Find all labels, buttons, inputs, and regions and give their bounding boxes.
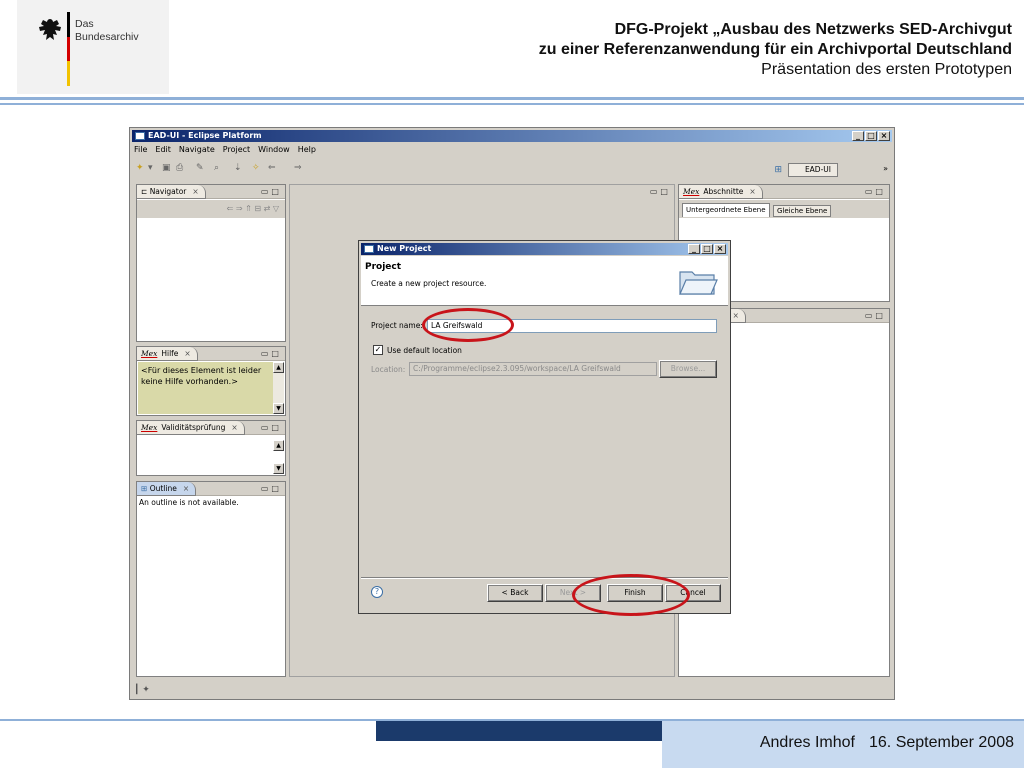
location-label: Location: [371, 365, 406, 374]
subtab-untergeordnete-ebene[interactable]: Untergeordnete Ebene [682, 203, 770, 217]
close-tab-icon[interactable]: × [749, 187, 755, 196]
close-tab-icon[interactable]: × [192, 187, 198, 196]
slide-title: DFG-Projekt „Ausbau des Netzwerks SED-Ar… [539, 20, 1012, 80]
dropdown-icon[interactable]: ▾ [148, 163, 153, 173]
navigator-toolbar: ⇐ ⇒ ⇑ ⊟ ⇄ ▽ [137, 200, 285, 218]
hilfe-text: <Für dieses Element ist leider keine Hil… [138, 362, 273, 414]
eagle-icon [39, 19, 61, 40]
use-default-location-label: Use default location [387, 346, 462, 355]
app-icon [135, 132, 145, 140]
view-menu-icon[interactable]: ▽ [273, 204, 279, 213]
use-default-location-checkbox[interactable]: ✓ [373, 345, 383, 355]
project-name-label: Project name: [371, 321, 423, 330]
footer-bar [376, 721, 662, 741]
location-input[interactable]: C:/Programme/eclipse2.3.095/workspace/LA… [409, 362, 657, 376]
perspective-switcher[interactable]: EAD-UI [787, 163, 838, 177]
dialog-maximize-button[interactable]: □ [701, 244, 713, 254]
view-minmax-icons[interactable]: ▭□ [261, 423, 282, 432]
print-icon[interactable]: ⎙ [176, 163, 183, 173]
new-project-dialog: New Project _ □ × Project Create a new p… [358, 240, 731, 614]
bundesarchiv-logo: Das Bundesarchiv [17, 0, 169, 94]
highlight-ellipse-finish [572, 574, 690, 616]
tab-validitaet[interactable]: Mex Validitätsprüfung × [137, 421, 245, 435]
outline-text: An outline is not available. [139, 498, 239, 507]
title-line-2: zu einer Referenzanwendung für ein Archi… [538, 41, 1012, 58]
title-line-1: DFG-Projekt „Ausbau des Netzwerks SED-Ar… [614, 21, 1012, 38]
menu-project[interactable]: Project [223, 144, 250, 156]
footer-author: Andres Imhof [759, 734, 855, 751]
navigator-view: ⊏ Navigator × ▭□ ⇐ ⇒ ⇑ ⊟ ⇄ ▽ [136, 184, 286, 342]
mex-icon: Mex [141, 349, 158, 358]
view-minmax-icons[interactable]: ▭□ [261, 484, 282, 493]
menu-bar: File Edit Navigate Project Window Help [134, 144, 316, 156]
logo-text: Das Bundesarchiv [75, 18, 139, 43]
view-minmax-icons[interactable]: ▭□ [261, 349, 282, 358]
menu-file[interactable]: File [134, 144, 147, 156]
close-tab-icon[interactable]: × [231, 423, 237, 432]
editor-minmax-icons[interactable]: ▭□ [650, 187, 671, 196]
outline-view: ⊞ Outline × ▭□ An outline is not availabl… [136, 481, 286, 677]
view-minmax-icons[interactable]: ▭□ [865, 311, 886, 320]
save-icon[interactable]: ▣ [162, 163, 171, 173]
folder-icon [679, 271, 718, 295]
highlight-ellipse-project-name [422, 308, 514, 342]
link-editor-icon[interactable]: ⇄ [264, 204, 271, 213]
build-icon[interactable]: ✎ [196, 163, 204, 173]
hilfe-scrollbar[interactable]: ▲ ▼ [273, 362, 284, 414]
tab-navigator[interactable]: ⊏ Navigator × [137, 185, 206, 199]
mex-icon: Mex [683, 187, 700, 196]
dialog-close-button[interactable]: × [714, 244, 726, 254]
mex-icon: Mex [141, 423, 158, 432]
fast-view-icon[interactable]: ┃ ✦ [134, 685, 150, 695]
nav-back-icon[interactable]: ⇐ [227, 204, 234, 213]
validitaet-view: Mex Validitätsprüfung × ▭□ ▲ ▼ [136, 420, 286, 476]
navigator-icon: ⊏ [141, 187, 148, 196]
close-button[interactable]: × [878, 131, 890, 141]
view-minmax-icons[interactable]: ▭□ [261, 187, 282, 196]
footer-info: Andres Imhof 16. September 2008 [662, 721, 1024, 768]
hilfe-view: Mex Hilfe × ▭□ <Für dieses Element ist lei… [136, 346, 286, 416]
help-icon[interactable]: ? [371, 586, 383, 598]
collapse-all-icon[interactable]: ⊟ [254, 204, 261, 213]
back-button[interactable]: < Back [487, 584, 543, 602]
tab-outline[interactable]: ⊞ Outline × [137, 482, 197, 496]
search-icon[interactable]: ⌕ [214, 163, 219, 173]
tab-hilfe[interactable]: Mex Hilfe × [137, 347, 198, 361]
chevron-more-icon[interactable]: » [883, 164, 888, 173]
new-icon[interactable]: ✦ [136, 163, 144, 173]
title-line-3: Präsentation des ersten Prototypen [761, 61, 1012, 78]
menu-edit[interactable]: Edit [155, 144, 171, 156]
minimize-button[interactable]: _ [852, 131, 864, 141]
open-perspective-icon[interactable]: ⊞ [774, 165, 782, 175]
german-flag-bar [67, 12, 70, 86]
status-bar: ┃ ✦ [134, 685, 150, 695]
close-tab-icon[interactable]: × [184, 349, 190, 358]
next-annotation-icon[interactable]: ⇣ [234, 163, 242, 173]
eclipse-title-bar: EAD-UI - Eclipse Platform _ □ × [132, 130, 892, 142]
dialog-minimize-button[interactable]: _ [688, 244, 700, 254]
footer-date: 16. September 2008 [869, 734, 1014, 751]
tab-abschnitte[interactable]: Mex Abschnitte × [679, 185, 763, 199]
menu-navigate[interactable]: Navigate [179, 144, 215, 156]
browse-button[interactable]: Browse... [659, 360, 717, 378]
last-edit-icon[interactable]: ✧ [252, 163, 260, 173]
dialog-icon [364, 245, 374, 253]
close-tab-icon[interactable]: × [733, 311, 739, 320]
nav-up-icon[interactable]: ⇑ [245, 204, 252, 213]
dialog-heading: Project [365, 262, 402, 272]
view-minmax-icons[interactable]: ▭□ [865, 187, 886, 196]
back-arrow-icon[interactable]: ⇐ [268, 163, 276, 173]
outline-icon: ⊞ [141, 484, 148, 493]
dialog-description: Create a new project resource. [371, 279, 487, 288]
close-tab-icon[interactable]: × [183, 484, 189, 493]
maximize-button[interactable]: □ [865, 131, 877, 141]
forward-arrow-icon[interactable]: ⇒ [294, 163, 302, 173]
dialog-title-bar: New Project _ □ × [361, 243, 728, 255]
subtab-gleiche-ebene[interactable]: Gleiche Ebene [773, 205, 832, 217]
menu-window[interactable]: Window [258, 144, 290, 156]
menu-help[interactable]: Help [298, 144, 316, 156]
validitaet-scrollbar[interactable]: ▲ ▼ [273, 436, 284, 474]
dialog-banner: Project Create a new project resource. [361, 256, 728, 306]
nav-forward-icon[interactable]: ⇒ [236, 204, 243, 213]
